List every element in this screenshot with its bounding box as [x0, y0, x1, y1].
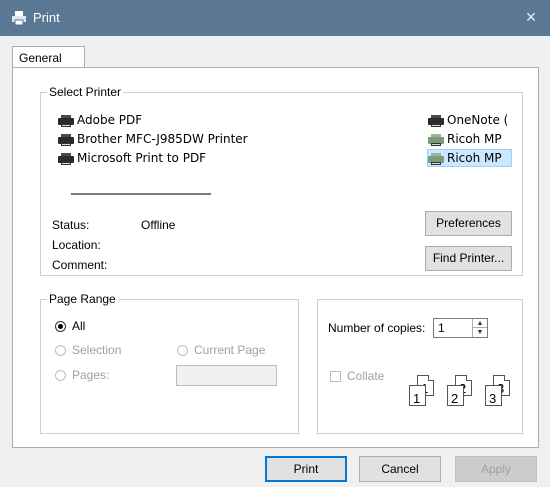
preferences-button[interactable]: Preferences	[425, 211, 512, 236]
close-icon[interactable]: ×	[520, 6, 542, 28]
printer-icon	[12, 11, 26, 26]
pages-radio[interactable]	[55, 370, 66, 381]
current-page-radio[interactable]	[177, 345, 188, 356]
printer-icon	[428, 152, 444, 165]
comment-label: Comment:	[52, 258, 108, 272]
collate-page-icon: 2	[447, 385, 464, 406]
printer-icon	[428, 133, 444, 146]
printer-icon	[428, 114, 444, 127]
cancel-button[interactable]: Cancel	[359, 456, 441, 482]
select-printer-label: Select Printer	[47, 85, 124, 99]
printer-item-microsoft-pdf[interactable]: Microsoft Print to PDF	[58, 150, 206, 166]
status-value: Offline	[141, 218, 176, 232]
printer-icon	[58, 152, 74, 165]
title-bar: Print ×	[0, 0, 550, 36]
spin-down-icon[interactable]: ▼	[472, 328, 487, 337]
collate-checkbox[interactable]	[330, 371, 341, 382]
printer-name: Ricoh MP	[447, 132, 502, 146]
copies-label: Number of copies:	[328, 321, 426, 335]
pages-input[interactable]	[176, 365, 277, 386]
collate-page-icon: 3	[485, 385, 502, 406]
printer-name: Adobe PDF	[77, 113, 143, 127]
copies-value: 1	[438, 321, 445, 335]
printer-name: Ricoh MP	[447, 151, 502, 165]
printer-icon	[58, 114, 74, 127]
spin-up-icon[interactable]: ▲	[472, 319, 487, 328]
selection-radio[interactable]	[55, 345, 66, 356]
window-title: Print	[33, 10, 60, 25]
location-label: Location:	[52, 238, 101, 252]
printer-name: Brother MFC-J985DW Printer	[77, 132, 248, 146]
printer-item-onenote[interactable]: OneNote (	[428, 112, 512, 128]
copies-group	[317, 299, 523, 434]
all-radio[interactable]	[55, 321, 66, 332]
print-button[interactable]: Print	[265, 456, 347, 482]
selection-label: Selection	[72, 343, 122, 357]
collate-page-icon: 1	[409, 385, 426, 406]
printer-item-ricoh-1[interactable]: Ricoh MP	[428, 131, 512, 147]
current-page-label: Current Page	[194, 343, 266, 357]
collate-label: Collate	[347, 369, 385, 383]
printer-name: OneNote (	[447, 113, 509, 127]
printer-item-brother[interactable]: Brother MFC-J985DW Printer	[58, 131, 248, 147]
status-label: Status:	[52, 218, 90, 232]
tab-general[interactable]: General	[12, 46, 85, 68]
all-label: All	[72, 319, 86, 333]
page-range-label: Page Range	[47, 292, 118, 306]
printer-item-adobe-pdf[interactable]: Adobe PDF	[58, 112, 142, 128]
printer-name: Microsoft Print to PDF	[77, 151, 207, 165]
pages-label: Pages:	[72, 368, 110, 382]
printer-icon	[58, 133, 74, 146]
horizontal-scrollbar[interactable]	[71, 193, 211, 195]
copies-stepper[interactable]: 1 ▲ ▼	[433, 318, 488, 338]
printer-item-ricoh-2-selected[interactable]: Ricoh MP	[427, 149, 512, 167]
find-printer-button[interactable]: Find Printer...	[425, 246, 512, 271]
apply-button: Apply	[455, 456, 537, 482]
